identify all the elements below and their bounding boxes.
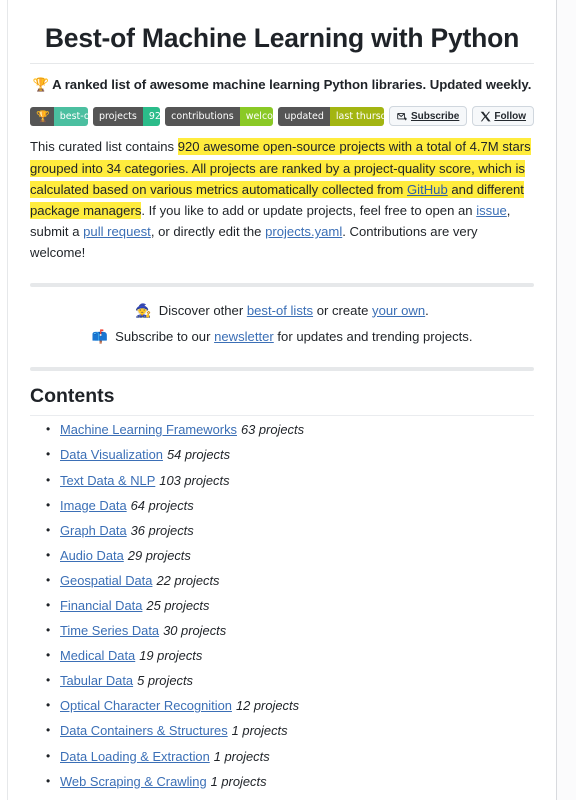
badge-projects[interactable]: projects 920 [92, 106, 161, 126]
toc-count: 1 projects [231, 723, 288, 739]
toc-link[interactable]: Text Data & NLP [60, 473, 155, 488]
divider-bottom [30, 367, 534, 372]
envelope-icon [397, 111, 408, 122]
toc-count: 63 projects [240, 422, 305, 438]
list-item: Tabular Data 5 projects [46, 673, 534, 700]
toc-count: 1 projects [210, 773, 267, 789]
toc-count: 12 projects [235, 698, 300, 714]
tagline: 🏆 A ranked list of awesome machine learn… [30, 77, 534, 93]
contents-heading: Contents [30, 385, 534, 417]
toc-count: 22 projects [156, 572, 220, 588]
badge-projects-value: 920 [142, 106, 161, 126]
badge-updated[interactable]: updated last thursday [278, 106, 384, 126]
your-own-link[interactable]: your own [372, 303, 425, 318]
newsletter-pre: Subscribe to our [115, 329, 215, 345]
badge-updated-value: last thursday [329, 106, 384, 126]
toc-link[interactable]: Image Data [60, 498, 127, 513]
badge-contributions[interactable]: contributions welcome [165, 106, 274, 126]
list-item: Time Series Data 30 projects [46, 623, 534, 650]
page-title: Best-of Machine Learning with Python [30, 22, 534, 65]
toc-count: 36 projects [130, 522, 194, 538]
discover-post: . [425, 302, 429, 318]
list-item: Machine Learning Frameworks63 projects [46, 422, 534, 449]
discover-line-1: 🧙 Discover other best-of lists or create… [30, 301, 534, 322]
badge-best-of-value: best-of [53, 106, 88, 126]
toc-count: 25 projects [146, 597, 210, 613]
follow-label: Follow [494, 110, 527, 122]
toc-count: 19 projects [139, 648, 203, 664]
x-twitter-icon [480, 111, 491, 122]
list-item: Data Containers & Structures1 projects [46, 723, 534, 750]
discover-line-2: 📫 Subscribe to our newsletter for update… [30, 327, 534, 348]
list-item: Image Data64 projects [46, 497, 534, 525]
toc-link[interactable]: Data Containers & Structures [60, 723, 228, 738]
badge-row: 🏆 best-of projects 920 contributions wel… [30, 106, 535, 127]
toc-link[interactable]: Audio Data [60, 548, 124, 563]
toc-count: 5 projects [137, 673, 193, 689]
toc-count: 30 projects [163, 623, 227, 639]
toc-count: 64 projects [130, 497, 194, 513]
list-item: Financial Data 25 projects [46, 597, 534, 625]
toc-link[interactable]: Web Scraping & Crawling [60, 774, 207, 789]
tagline-pre: A ranked list of awesome machine learnin… [52, 77, 324, 93]
badge-best-of[interactable]: 🏆 best-of [30, 106, 88, 126]
toc-link[interactable]: Medical Data [60, 648, 135, 663]
list-item: Graph Data36 projects [46, 522, 534, 550]
list-item: Web Scraping & Crawling1 projects [46, 773, 534, 800]
divider-top [30, 282, 534, 287]
toc-count: 29 projects [127, 547, 191, 563]
issue-link[interactable]: issue [476, 203, 507, 218]
mage-icon: 🧙 [135, 303, 152, 319]
list-item: Medical Data 19 projects [46, 648, 534, 675]
discover-pre: Discover other [158, 302, 247, 318]
mailbox-icon: 📫 [91, 330, 108, 346]
subscribe-label: Subscribe [410, 110, 460, 122]
list-item: Audio Data29 projects [46, 547, 534, 575]
badge-contributions-label: contributions [165, 106, 240, 126]
toc-link[interactable]: Geospatial Data [60, 573, 152, 588]
list-item: Data Loading & Extraction1 projects [46, 748, 534, 776]
intro-text-1: This curated list contains [30, 139, 178, 155]
page-right-gutter [557, 0, 576, 800]
list-item: Text Data & NLP 103 projects [46, 472, 534, 500]
projects-yaml-link[interactable]: projects.yaml [265, 224, 342, 239]
toc-count: 1 projects [213, 748, 270, 764]
toc-link[interactable]: Time Series Data [60, 623, 159, 638]
trophy-icon: 🏆 [32, 78, 49, 94]
trophy-badge-icon: 🏆 [30, 106, 54, 126]
intro-paragraph: This curated list contains 920 awesome o… [30, 136, 534, 263]
toc-link[interactable]: Tabular Data [60, 673, 133, 688]
intro-text-4: , or directly edit the [150, 224, 266, 240]
badge-projects-label: projects [92, 106, 143, 126]
readme-page: Best-of Machine Learning with Python 🏆 A… [0, 0, 576, 800]
github-link[interactable]: GitHub [407, 182, 448, 197]
discover-mid: or create [313, 302, 373, 318]
subscribe-button[interactable]: Subscribe [388, 106, 468, 127]
pull-request-link[interactable]: pull request [83, 224, 151, 239]
readme-content: Best-of Machine Learning with Python 🏆 A… [8, 0, 556, 800]
toc-link[interactable]: Data Loading & Extraction [60, 749, 210, 764]
toc-link[interactable]: Machine Learning Frameworks [60, 422, 237, 437]
list-item: Data Visualization54 projects [46, 447, 534, 474]
best-of-lists-link[interactable]: best-of lists [247, 303, 313, 318]
contents-list: Machine Learning Frameworks63 projectsDa… [30, 422, 534, 800]
intro-text-2: . If you like to add or update projects,… [141, 202, 477, 218]
newsletter-link[interactable]: newsletter [214, 329, 274, 344]
newsletter-post: for updates and trending projects. [273, 329, 473, 345]
follow-button[interactable]: Follow [472, 106, 535, 127]
tagline-post: libraries. Updated weekly. [368, 77, 532, 93]
toc-link[interactable]: Data Visualization [60, 447, 163, 462]
toc-count: 54 projects [166, 447, 231, 463]
list-item: Geospatial Data 22 projects [46, 572, 534, 600]
badge-contributions-value: welcome [239, 106, 274, 126]
toc-count: 103 projects [159, 472, 230, 488]
list-item: Optical Character Recognition12 projects [46, 698, 534, 725]
toc-link[interactable]: Optical Character Recognition [60, 698, 232, 713]
toc-link[interactable]: Financial Data [60, 598, 142, 613]
toc-link[interactable]: Graph Data [60, 523, 127, 538]
badge-updated-label: updated [278, 106, 330, 126]
tagline-bold: Python [323, 77, 369, 93]
